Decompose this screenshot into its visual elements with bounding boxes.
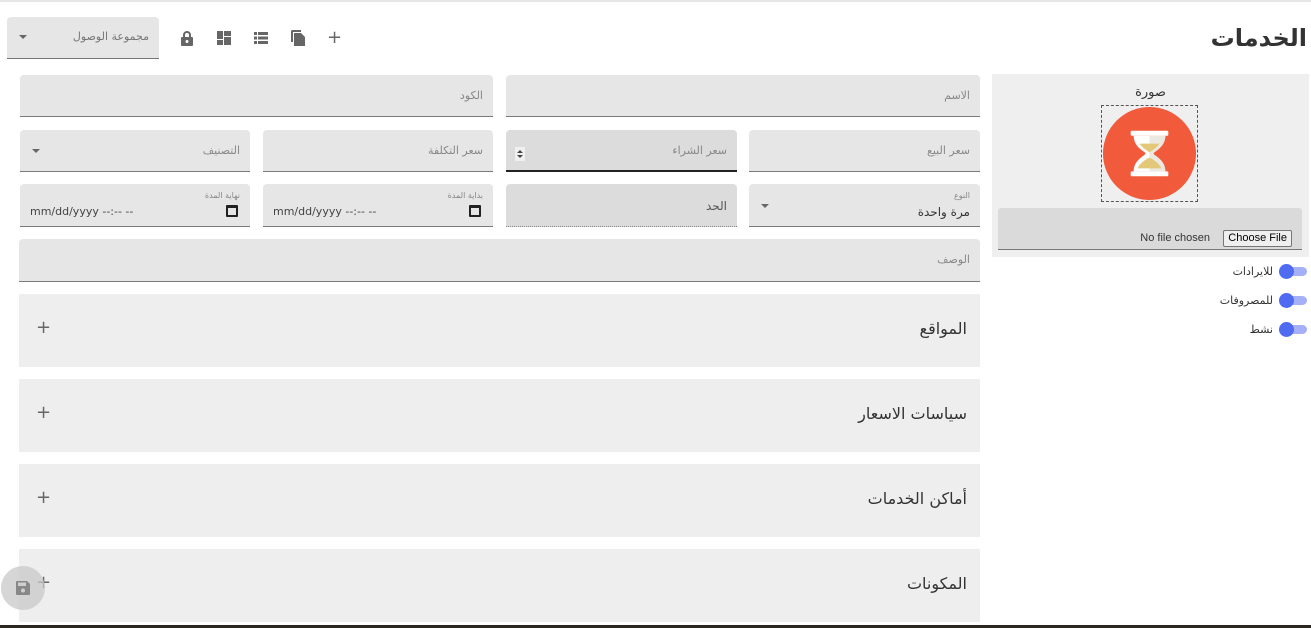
active-switch[interactable] bbox=[1279, 322, 1307, 337]
access-group-select[interactable]: مجموعة الوصول bbox=[7, 17, 159, 59]
page-title: الخدمات bbox=[1210, 24, 1307, 52]
name-field[interactable]: الاسم bbox=[506, 75, 980, 117]
toggle-label: للمصروفات bbox=[1219, 293, 1273, 307]
section-components[interactable]: المكونات + bbox=[19, 549, 980, 622]
section-pricing-policies[interactable]: سياسات الاسعار + bbox=[19, 379, 980, 452]
save-icon bbox=[16, 581, 30, 595]
purchase-price-placeholder: سعر الشراء bbox=[672, 144, 727, 157]
expand-icon[interactable]: + bbox=[36, 487, 51, 508]
lock-icon bbox=[180, 30, 193, 46]
limit-field[interactable]: الحد bbox=[506, 184, 737, 227]
toggle-active[interactable]: نشط bbox=[1250, 321, 1307, 337]
type-label: النوع bbox=[954, 191, 970, 200]
access-group-label: مجموعة الوصول bbox=[72, 30, 149, 43]
expand-icon[interactable]: + bbox=[36, 317, 51, 338]
category-placeholder: التصنيف bbox=[202, 144, 240, 157]
hourglass-icon bbox=[1102, 106, 1197, 201]
section-title: المواقع bbox=[919, 319, 967, 338]
type-value: مرة واحدة bbox=[917, 205, 970, 219]
calendar-icon[interactable] bbox=[469, 205, 481, 217]
cost-price-field[interactable]: سعر التكلفة bbox=[263, 130, 493, 172]
toolbar: + bbox=[168, 28, 353, 48]
limit-placeholder: الحد bbox=[705, 199, 727, 213]
chevron-down-icon bbox=[761, 204, 769, 208]
start-date-label: بداية المدة bbox=[447, 191, 483, 200]
code-field[interactable]: الكود bbox=[20, 75, 493, 117]
description-field[interactable]: الوصف bbox=[19, 239, 980, 282]
sale-price-placeholder: سعر البيع bbox=[927, 144, 970, 157]
section-title: المكونات bbox=[906, 574, 967, 593]
end-date-value: mm/dd/yyyy --:-- -- bbox=[30, 205, 134, 218]
code-placeholder: الكود bbox=[459, 89, 483, 102]
lock-button[interactable] bbox=[168, 28, 205, 48]
chevron-down-icon bbox=[32, 149, 40, 153]
image-panel: صورة No file chosen Choose File bbox=[992, 74, 1309, 257]
name-placeholder: الاسم bbox=[944, 89, 970, 102]
add-button[interactable]: + bbox=[316, 28, 353, 48]
expenses-switch[interactable] bbox=[1279, 293, 1307, 308]
toggle-label: للايرادات bbox=[1232, 264, 1273, 278]
toggle-label: نشط bbox=[1249, 322, 1273, 336]
section-service-places[interactable]: أماكن الخدمات + bbox=[19, 464, 980, 537]
cost-price-placeholder: سعر التكلفة bbox=[428, 144, 483, 157]
description-placeholder: الوصف bbox=[937, 253, 970, 266]
end-date-label: نهاية المدة bbox=[204, 191, 240, 200]
purchase-price-field[interactable]: سعر الشراء bbox=[506, 130, 737, 172]
save-button[interactable] bbox=[1, 566, 45, 610]
add-icon: + bbox=[326, 27, 343, 48]
section-title: سياسات الاسعار bbox=[858, 404, 967, 423]
expand-icon[interactable]: + bbox=[36, 402, 51, 423]
start-date-field[interactable]: بداية المدة mm/dd/yyyy --:-- -- bbox=[263, 184, 493, 227]
calendar-icon[interactable] bbox=[226, 205, 238, 217]
file-input[interactable]: No file chosen Choose File bbox=[998, 208, 1302, 250]
image-preview bbox=[1101, 105, 1198, 202]
end-date-field[interactable]: نهاية المدة mm/dd/yyyy --:-- -- bbox=[20, 184, 250, 227]
copy-icon bbox=[290, 30, 305, 46]
list-view-button[interactable] bbox=[242, 28, 279, 48]
sale-price-field[interactable]: سعر البيع bbox=[749, 130, 980, 172]
number-spinner[interactable] bbox=[515, 147, 525, 161]
type-select[interactable]: النوع مرة واحدة bbox=[749, 184, 980, 227]
dashboard-icon bbox=[216, 31, 231, 45]
top-border bbox=[0, 0, 1311, 2]
toggle-revenue[interactable]: للايرادات bbox=[1233, 263, 1307, 279]
copy-button[interactable] bbox=[279, 28, 316, 48]
revenue-switch[interactable] bbox=[1279, 264, 1307, 279]
toggle-expenses[interactable]: للمصروفات bbox=[1220, 292, 1307, 308]
dashboard-view-button[interactable] bbox=[205, 28, 242, 48]
choose-file-button[interactable]: Choose File bbox=[1223, 230, 1292, 247]
no-file-text: No file chosen bbox=[1140, 232, 1210, 244]
section-title: أماكن الخدمات bbox=[867, 489, 967, 508]
list-icon bbox=[253, 32, 268, 44]
section-locations[interactable]: المواقع + bbox=[19, 294, 980, 367]
chevron-down-icon bbox=[19, 35, 27, 39]
image-title: صورة bbox=[1135, 85, 1166, 100]
category-select[interactable]: التصنيف bbox=[20, 130, 250, 172]
start-date-value: mm/dd/yyyy --:-- -- bbox=[273, 205, 377, 218]
